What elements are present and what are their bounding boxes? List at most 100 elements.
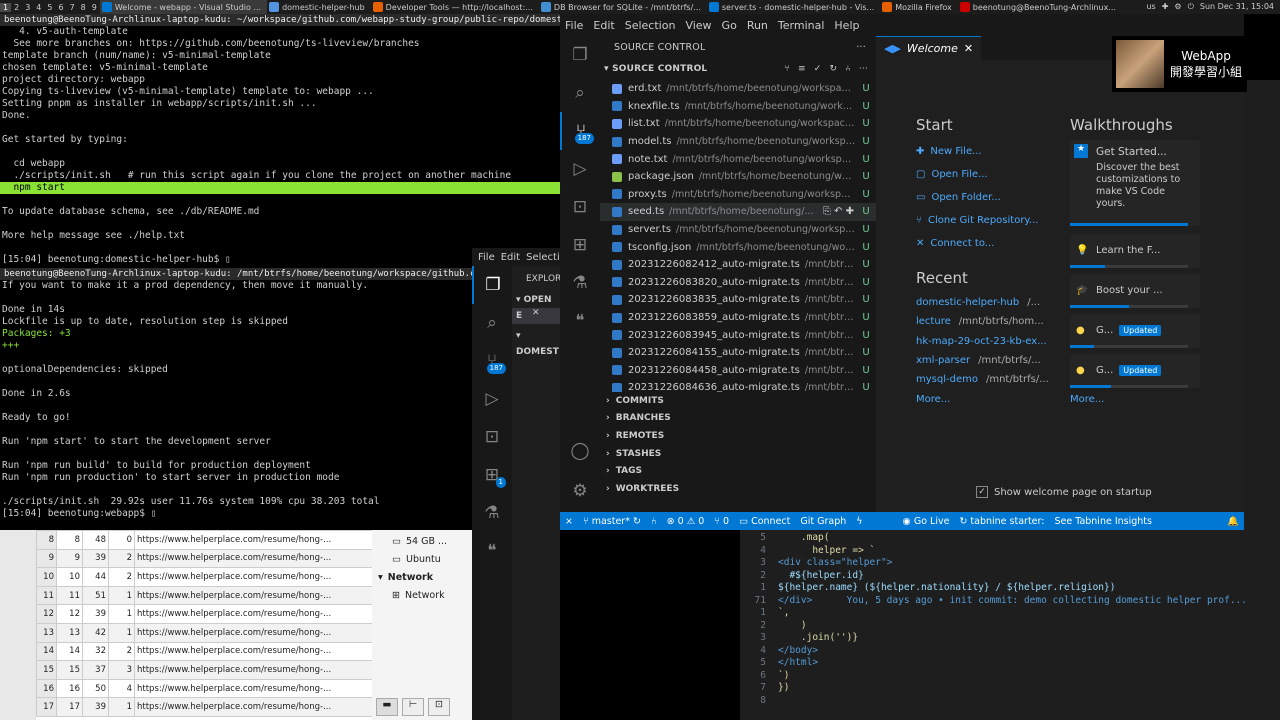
source-control-section-header[interactable]: ▾ SOURCE CONTROL ⑂ ≡ ✓ ↻ ⑃ ··· [600, 58, 876, 80]
run-debug-icon[interactable]: ▷ [560, 150, 600, 188]
taskbar-item[interactable]: DB Browser for SQLite - /mnt/btrfs/... [539, 0, 707, 14]
problems-status[interactable]: ⊗ 0 ⚠ 0 [662, 516, 710, 527]
disk-item[interactable]: ▭ 54 GB ... [372, 530, 474, 548]
taskbar-item[interactable]: domestic-helper-hub [267, 0, 371, 14]
table-cell[interactable]: 0 [108, 530, 135, 550]
walkthrough-item[interactable]: ● G... Updated [1070, 354, 1200, 388]
table-cell[interactable]: 16 [36, 678, 57, 699]
menu-file[interactable]: File [478, 252, 495, 263]
workspace-2[interactable]: 2 [11, 3, 22, 12]
table-cell[interactable]: 11 [56, 585, 83, 606]
table-cell[interactable]: 39 [82, 604, 109, 624]
table-cell[interactable]: 44 [82, 567, 109, 587]
walkthrough-item[interactable]: 🎓 Boost your ... [1070, 274, 1200, 308]
recent-item-name[interactable]: mysql-demo [916, 374, 978, 385]
table-cell[interactable]: 17 [36, 697, 57, 717]
table-row[interactable]: 9 9 39 2 https://www.helperplace.com/resume/… [36, 548, 374, 569]
run-debug-icon[interactable]: ▷ [472, 380, 512, 418]
start-link[interactable]: ▢ Open File... [916, 163, 1066, 186]
folder-view-button[interactable]: ▬ [376, 698, 398, 716]
close-icon[interactable]: ✕ [964, 42, 973, 55]
table-cell[interactable]: 16 [56, 678, 83, 699]
menu-go[interactable]: Go [717, 19, 742, 32]
scm-section-tags[interactable]: › TAGS [600, 462, 876, 480]
menu-file[interactable]: File [560, 19, 588, 32]
walkthrough-item[interactable]: ● G... Updated [1070, 314, 1200, 348]
table-row[interactable]: 11 11 51 1 https://www.helperplace.com/resum… [36, 585, 374, 606]
menu-run[interactable]: Run [742, 19, 773, 32]
menu-selection[interactable]: Selection [620, 19, 681, 32]
tab-welcome[interactable]: ◀▶ Welcome ✕ [876, 36, 982, 60]
changed-file-item[interactable]: tsconfig.json/mnt/btrfs/home/beenotung/w… [600, 238, 876, 256]
workspace-9[interactable]: 9 [89, 3, 100, 12]
recent-item-name[interactable]: lecture [916, 316, 951, 327]
table-cell[interactable]: 14 [36, 641, 57, 662]
explorer-icon[interactable]: ❐ [472, 266, 512, 304]
menu-terminal[interactable]: Terminal [773, 19, 830, 32]
testing-icon[interactable]: ⚗ [472, 494, 512, 532]
taskbar-item[interactable]: server.ts - domestic-helper-hub - Vis... [707, 0, 880, 14]
show-welcome-checkbox[interactable]: ✓ Show welcome page on startup [976, 486, 1152, 498]
table-row[interactable]: 12 12 39 1 https://www.helperplace.com/resum… [36, 604, 374, 624]
workspace-7[interactable]: 7 [67, 3, 78, 12]
code-editor[interactable]: 5 .map(4 helper => ` 3 <div class="helper"… [740, 530, 1280, 720]
table-cell[interactable]: 39 [82, 697, 109, 717]
source-control-icon[interactable]: ⑂ 187 [560, 112, 600, 150]
recent-item[interactable]: hk-map-29-oct-23-kb-ex... [916, 332, 1066, 351]
changed-file-item[interactable]: erd.txt/mnt/btrfs/home/beenotung/workspa… [600, 80, 876, 98]
settings-icon[interactable]: ⚙ [1174, 2, 1181, 12]
walkthrough-item[interactable]: 💡 Learn the F... [1070, 234, 1200, 268]
table-cell[interactable]: 14 [56, 641, 83, 662]
terminal-bottom[interactable]: beenotung@BeenoTung-Archlinux-laptop-kud… [0, 268, 474, 530]
tabnine-insights-link[interactable]: See Tabnine Insights [1049, 516, 1157, 527]
table-cell[interactable]: 15 [36, 660, 57, 680]
table-row[interactable]: 17 17 39 1 https://www.helperplace.com/resum… [36, 697, 374, 717]
changed-file-item[interactable]: 20231226083835_auto-migrate.ts/mnt/btrfs… [600, 291, 876, 309]
table-cell[interactable]: 12 [56, 604, 83, 624]
table-cell[interactable]: 8 [36, 530, 57, 550]
table-row[interactable]: 16 16 50 4 https://www.helperplace.com/resum… [36, 678, 374, 699]
workspace-8[interactable]: 8 [78, 3, 89, 12]
table-cell[interactable]: 10 [56, 567, 83, 587]
start-link[interactable]: ▭ Open Folder... [916, 186, 1066, 209]
table-cell[interactable]: 2 [108, 641, 135, 662]
table-cell[interactable]: https://www.helperplace.com/resume/hong-… [134, 585, 374, 606]
table-cell[interactable]: 1 [108, 622, 135, 643]
table-cell[interactable]: 9 [56, 548, 83, 569]
bell-icon[interactable]: 🔔 [1222, 516, 1244, 527]
table-cell[interactable]: 50 [82, 678, 109, 699]
changed-file-item[interactable]: 20231226083945_auto-migrate.ts/mnt/btrfs… [600, 326, 876, 344]
quote-icon[interactable]: ❝ [472, 532, 512, 570]
scm-section-remotes[interactable]: › REMOTES [600, 427, 876, 445]
table-cell[interactable]: 42 [82, 622, 109, 643]
menu-edit[interactable]: Edit [588, 19, 619, 32]
recent-item[interactable]: lecture/mnt/btrfs/hom... [916, 312, 1066, 331]
table-cell[interactable]: 11 [36, 585, 57, 606]
scm-section-stashes[interactable]: › STASHES [600, 445, 876, 463]
table-cell[interactable]: https://www.helperplace.com/resume/hong-… [134, 567, 374, 587]
menu-edit[interactable]: Edit [501, 252, 520, 263]
remote-icon[interactable]: ⊡ [472, 418, 512, 456]
changed-file-item[interactable]: knexfile.ts/mnt/btrfs/home/beenotung/wor… [600, 98, 876, 116]
workspace-3[interactable]: 3 [22, 3, 33, 12]
close-sidebar-button[interactable]: ⊡ [428, 698, 450, 716]
open-editors-header[interactable]: ▾ OPEN E [512, 292, 560, 321]
changed-file-item[interactable]: server.ts/mnt/btrfs/home/beenotung/works… [600, 221, 876, 239]
changed-file-item[interactable]: list.txt/mnt/btrfs/home/beenotung/worksp… [600, 115, 876, 133]
table-cell[interactable]: 1 [108, 697, 135, 717]
changed-file-item[interactable]: model.ts/mnt/btrfs/home/beenotung/worksp… [600, 133, 876, 151]
more-icon[interactable]: ··· [859, 64, 868, 74]
changed-file-item[interactable]: seed.ts/mnt/btrfs/home/beenotung/... ⎘ ↶ … [600, 203, 876, 221]
table-cell[interactable]: 32 [82, 641, 109, 662]
changed-file-item[interactable]: note.txt/mnt/btrfs/home/beenotung/worksp… [600, 150, 876, 168]
menu-view[interactable]: View [680, 19, 716, 32]
taskbar-item[interactable]: Developer Tools — http://localhost:... [371, 0, 539, 14]
source-control-icon[interactable]: ⑂ 187 [472, 342, 512, 380]
git-graph-status[interactable]: Git Graph [795, 516, 851, 527]
search-icon[interactable]: ⌕ [472, 304, 512, 342]
recent-item[interactable]: xml-parser/mnt/btrfs/... [916, 351, 1066, 370]
power-icon[interactable]: ⏻ [1188, 2, 1194, 12]
network-item[interactable]: ⊞ Network [372, 584, 474, 602]
scm-section-branches[interactable]: › BRANCHES [600, 410, 876, 428]
gear-icon[interactable]: ⚙ [560, 472, 600, 510]
